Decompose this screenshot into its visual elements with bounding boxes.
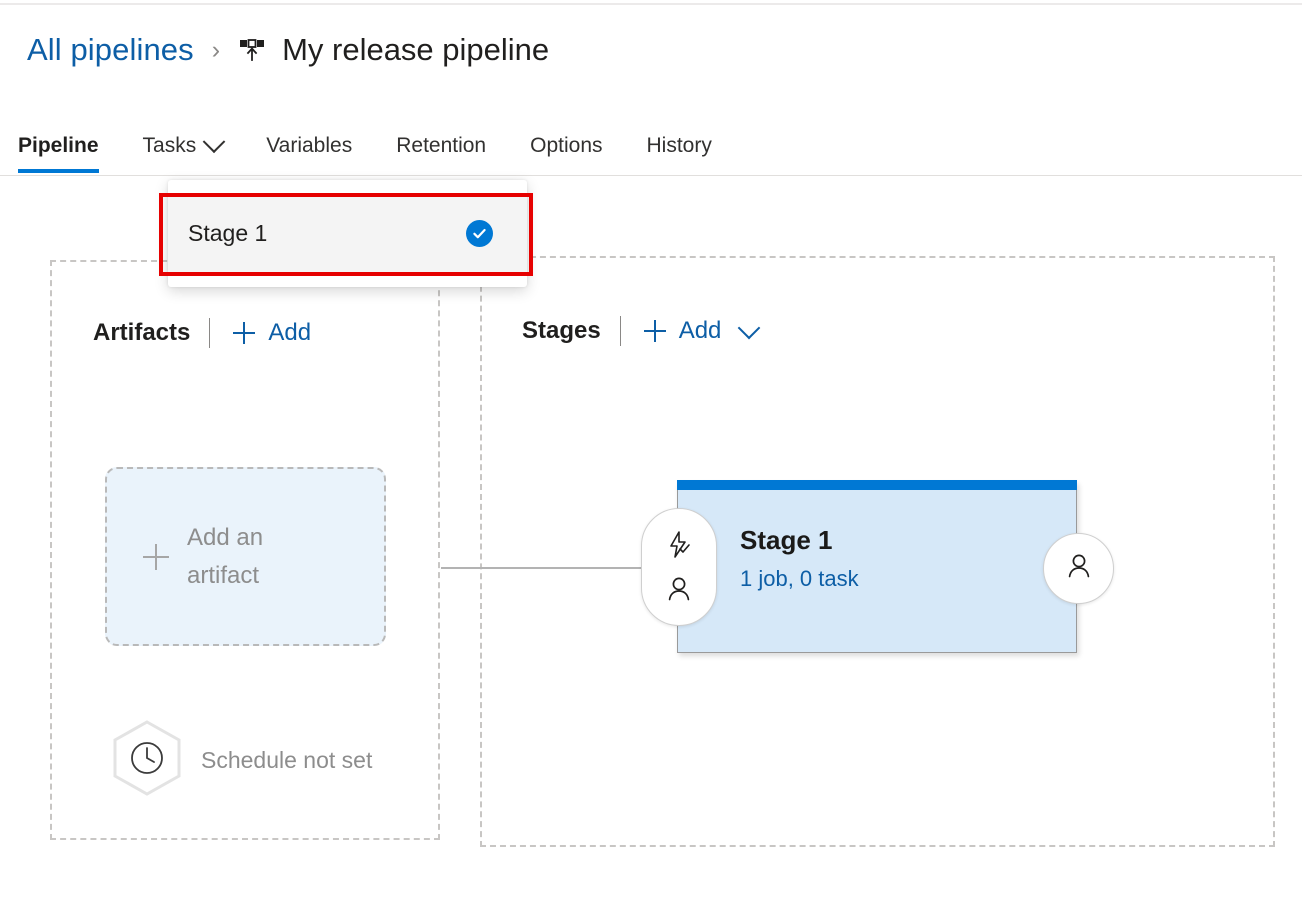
top-divider (0, 3, 1302, 5)
breadcrumb-all-pipelines-link[interactable]: All pipelines (27, 32, 194, 68)
pre-deployment-conditions-pill (641, 508, 717, 626)
schedule-trigger[interactable]: Schedule not set (110, 718, 372, 803)
breadcrumb-separator: › (212, 36, 220, 65)
add-artifact-tile[interactable]: Add an artifact (105, 467, 386, 646)
tab-retention-label: Retention (396, 126, 486, 166)
add-stage-link[interactable]: Add (679, 317, 722, 345)
dropdown-item-label: Stage 1 (188, 220, 267, 247)
stages-header: Stages Add (522, 316, 757, 346)
stage-card-title: Stage 1 (740, 525, 859, 556)
tab-tasks-label: Tasks (143, 126, 197, 166)
plus-icon (640, 316, 670, 346)
tab-pipeline[interactable]: Pipeline (18, 118, 121, 173)
tab-bar: Pipeline Tasks Variables Retention Optio… (0, 118, 1302, 176)
artifacts-title: Artifacts (93, 319, 190, 347)
tab-options-label: Options (530, 126, 602, 166)
stages-title: Stages (522, 317, 601, 345)
post-deployment-conditions-button[interactable] (1043, 533, 1114, 604)
chevron-down-icon[interactable] (738, 317, 761, 340)
tab-variables-label: Variables (266, 126, 352, 166)
plus-icon (229, 318, 259, 348)
release-pipeline-icon (236, 34, 268, 66)
divider (620, 316, 621, 346)
breadcrumb: All pipelines › My release pipeline (27, 22, 549, 78)
schedule-label: Schedule not set (201, 743, 372, 778)
tab-history[interactable]: History (625, 118, 734, 173)
tab-pipeline-label: Pipeline (18, 126, 99, 166)
check-circle-icon (466, 220, 493, 247)
plus-icon (139, 540, 173, 574)
tab-bar-divider (0, 175, 1302, 176)
artifacts-header: Artifacts Add (93, 318, 311, 348)
tab-options[interactable]: Options (508, 118, 624, 173)
tab-list: Pipeline Tasks Variables Retention Optio… (18, 118, 734, 173)
tab-tasks[interactable]: Tasks (121, 118, 245, 173)
tab-variables[interactable]: Variables (244, 118, 374, 173)
add-artifact-label: Add an artifact (187, 519, 327, 593)
stage-card-summary-link[interactable]: 1 job, 0 task (740, 566, 859, 592)
page-title: My release pipeline (282, 32, 549, 68)
dropdown-item-stage-1[interactable]: Stage 1 (168, 194, 527, 272)
tab-history-label: History (647, 126, 712, 166)
stage-card-body: Stage 1 1 job, 0 task (740, 525, 859, 592)
schedule-hexagon-clock-icon (110, 718, 184, 803)
chevron-down-icon (203, 130, 226, 153)
stage-selector-dropdown: Stage 1 (168, 180, 527, 287)
stage-card[interactable]: Stage 1 1 job, 0 task (677, 481, 1077, 653)
person-icon (1064, 551, 1094, 586)
trigger-bolt-icon[interactable] (662, 528, 696, 562)
divider (209, 318, 210, 348)
tab-retention[interactable]: Retention (374, 118, 508, 173)
artifact-stage-connector (441, 567, 646, 569)
person-icon[interactable] (662, 572, 696, 606)
stage-card-accent-bar (677, 480, 1077, 490)
add-artifact-link[interactable]: Add (268, 319, 311, 347)
